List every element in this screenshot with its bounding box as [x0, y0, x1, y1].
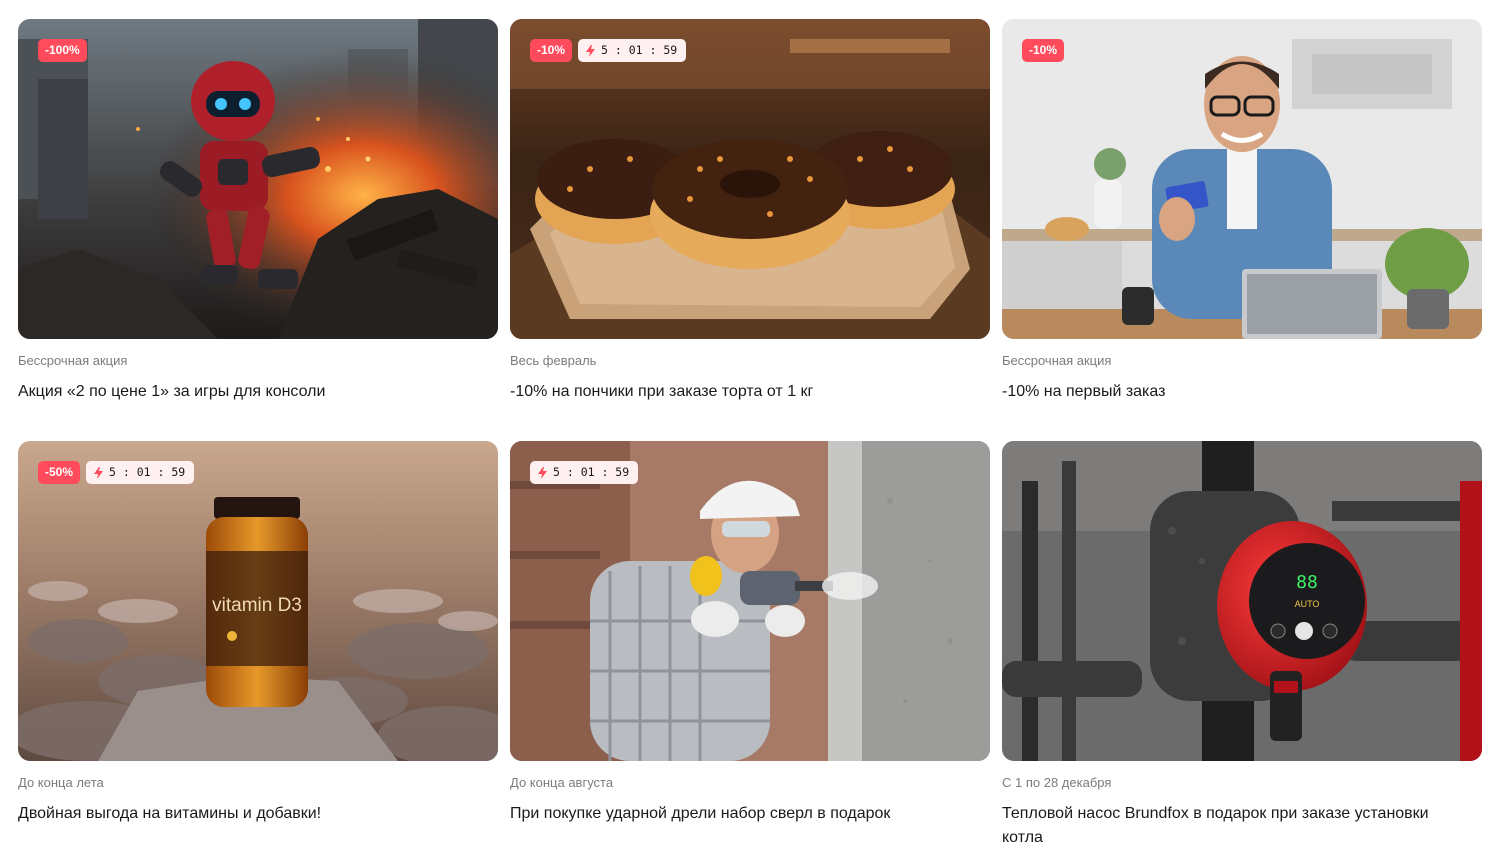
promo-image[interactable]: vitamin D3 -50% 5 : 01 : 59	[18, 441, 498, 761]
circulation-pump-image: 88 AUTO	[1002, 441, 1482, 761]
badge-row: -50% 5 : 01 : 59	[38, 461, 195, 484]
jar-label-text: vitamin D3	[212, 595, 302, 616]
promo-card[interactable]: vitamin D3 -50% 5 : 01 : 59 До конца лет…	[18, 441, 498, 863]
timer-value: 5 : 01 : 59	[601, 43, 678, 57]
timer-value: 5 : 01 : 59	[109, 465, 186, 479]
badge-row: 5 : 01 : 59	[530, 461, 639, 484]
promo-title[interactable]: -10% на пончики при заказе торта от 1 кг	[510, 380, 980, 404]
promotions-grid: -100% Бессрочная акция Акция «2 по цене …	[18, 19, 1482, 863]
chocolate-donuts-image	[510, 19, 990, 339]
timer-value: 5 : 01 : 59	[553, 465, 630, 479]
robot-game-scene-image	[18, 19, 498, 339]
promo-title[interactable]: Акция «2 по цене 1» за игры для консоли	[18, 380, 488, 404]
discount-badge: -100%	[38, 39, 87, 62]
discount-badge: -10%	[530, 39, 573, 62]
promo-card[interactable]: -100% Бессрочная акция Акция «2 по цене …	[18, 19, 498, 441]
promo-title[interactable]: При покупке ударной дрели набор сверл в …	[510, 802, 980, 826]
promo-card[interactable]: -10% 5 : 01 : 59 Весь февраль -10% на по…	[510, 19, 990, 441]
lightning-icon	[538, 466, 547, 479]
discount-badge: -10%	[1022, 39, 1065, 62]
badge-row: -100%	[38, 39, 87, 62]
promo-image[interactable]: 5 : 01 : 59	[510, 441, 990, 761]
countdown-timer: 5 : 01 : 59	[530, 461, 639, 484]
man-with-card-image	[1002, 19, 1482, 339]
vitamin-jar-image: vitamin D3	[18, 441, 498, 761]
promo-card[interactable]: 88 AUTO С 1 по 28 декабря Тепловой насос…	[1002, 441, 1482, 863]
badge-row: -10% 5 : 01 : 59	[530, 39, 687, 62]
promo-card[interactable]: 5 : 01 : 59 До конца августа При покупке…	[510, 441, 990, 863]
promo-period: С 1 по 28 декабря	[1002, 775, 1112, 790]
lightning-icon	[94, 466, 104, 479]
promo-image[interactable]: 88 AUTO	[1002, 441, 1482, 761]
countdown-timer: 5 : 01 : 59	[86, 461, 195, 484]
promo-period: Бессрочная акция	[1002, 353, 1112, 368]
promo-title[interactable]: -10% на первый заказ	[1002, 380, 1472, 404]
promo-period: Весь февраль	[510, 353, 597, 368]
promo-card[interactable]: -10% Бессрочная акция -10% на первый зак…	[1002, 19, 1482, 441]
promo-period: Бессрочная акция	[18, 353, 128, 368]
badge-row: -10%	[1022, 39, 1065, 62]
lightning-icon	[586, 44, 596, 57]
promo-period: До конца лета	[18, 775, 104, 790]
promo-image[interactable]: -100%	[18, 19, 498, 339]
promo-title[interactable]: Двойная выгода на витамины и добавки!	[18, 802, 488, 826]
promo-period: До конца августа	[510, 775, 614, 790]
svg-text:88: 88	[1296, 572, 1318, 593]
promo-title[interactable]: Тепловой насос Brundfox в подарок при за…	[1002, 802, 1472, 850]
promo-image[interactable]: -10%	[1002, 19, 1482, 339]
discount-badge: -50%	[38, 461, 81, 484]
countdown-timer: 5 : 01 : 59	[578, 39, 687, 62]
promo-image[interactable]: -10% 5 : 01 : 59	[510, 19, 990, 339]
pump-label-text: AUTO	[1295, 599, 1320, 609]
worker-with-drill-image	[510, 441, 990, 761]
